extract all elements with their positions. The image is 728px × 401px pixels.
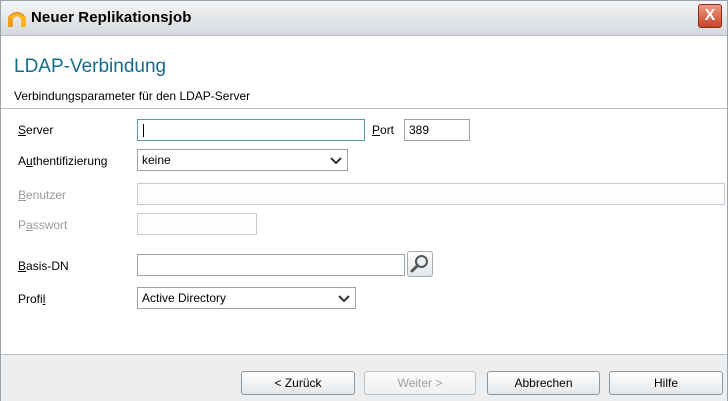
port-label: Port: [372, 123, 395, 137]
chevron-down-icon: [338, 295, 350, 303]
help-button[interactable]: Hilfe: [609, 371, 723, 395]
window-title: Neuer Replikationsjob: [31, 9, 192, 26]
close-icon: X: [704, 7, 716, 24]
port-input[interactable]: 389: [404, 119, 470, 141]
close-button[interactable]: X: [698, 4, 722, 28]
page-subtitle: Verbindungsparameter für den LDAP-Server: [14, 89, 251, 103]
back-button[interactable]: < Zurück: [241, 371, 355, 395]
magnifier-icon: [410, 255, 428, 273]
browse-basedn-button[interactable]: [407, 251, 433, 277]
basedn-label: Basis-DN: [18, 259, 69, 273]
text-caret: [143, 124, 144, 137]
password-input[interactable]: [137, 213, 257, 235]
user-input[interactable]: [137, 183, 725, 205]
button-bar: < Zurück Weiter > Abbrechen Hilfe: [1, 354, 727, 401]
password-label: Passwort: [18, 218, 68, 232]
server-label: Server: [18, 123, 54, 137]
wizard-header: LDAP-Verbindung Verbindungsparameter für…: [1, 36, 727, 109]
chevron-down-icon: [330, 157, 342, 165]
page-title: LDAP-Verbindung: [14, 56, 167, 77]
next-button[interactable]: Weiter >: [364, 371, 476, 395]
server-input[interactable]: [137, 119, 365, 141]
basedn-input[interactable]: [137, 254, 405, 276]
user-label: Benutzer: [18, 188, 67, 202]
auth-label: Authentifizierung: [18, 154, 108, 168]
profile-label: Profil: [18, 292, 46, 306]
profile-select[interactable]: Active Directory: [137, 287, 356, 309]
title-bar: Neuer Replikationsjob X: [1, 1, 727, 36]
dialog-window: Neuer Replikationsjob X LDAP-Verbindung …: [0, 0, 728, 401]
auth-select[interactable]: keine: [137, 149, 348, 171]
cancel-button[interactable]: Abbrechen: [487, 371, 600, 395]
app-logo-icon: [8, 12, 26, 27]
